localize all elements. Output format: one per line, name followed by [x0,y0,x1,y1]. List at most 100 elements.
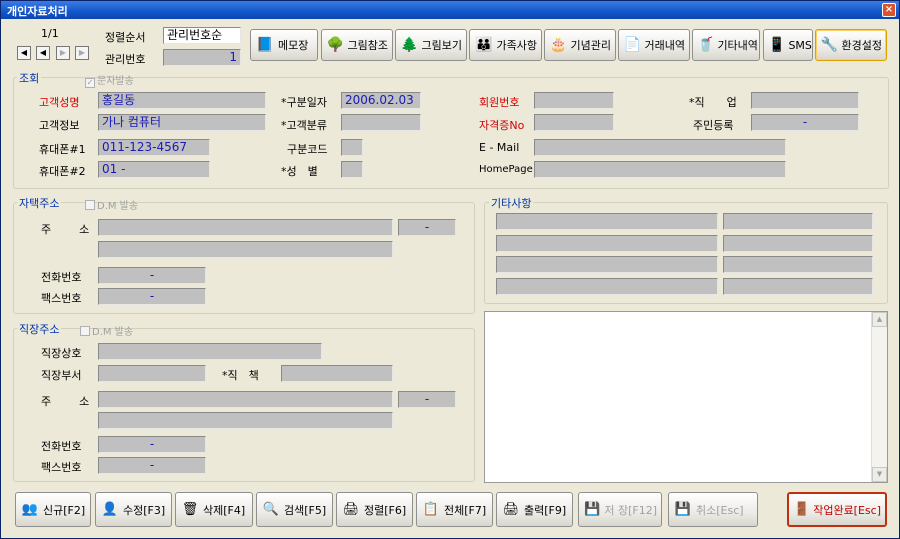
cancel-button[interactable]: 💾 취소[Esc] [668,492,758,527]
family-button[interactable]: 👪 가족사항 [469,29,542,61]
image-ref-button[interactable]: 🌳 그림참조 [321,29,393,61]
edit-button[interactable]: 👤 수정[F3] [95,492,172,527]
anniversary-label: 기념관리 [570,39,611,52]
name-field[interactable]: 홍길동 [98,92,266,109]
main-window: 개인자료처리 × 1/1 ◀ ◀ ▶ ▶ 정렬순서 관리번호순 관리번호 1 📘… [0,0,900,539]
cake-icon: 🎂 [549,37,567,53]
gender-label: *성 별 [281,165,318,178]
id-field[interactable]: 1 [163,49,241,66]
anniversary-button[interactable]: 🎂 기념관리 [544,29,616,61]
etc-field-3b[interactable] [723,256,873,273]
home-address-label: 주 소 [41,223,92,236]
home-title: 자택주소 [17,195,62,211]
company-field[interactable] [98,343,322,360]
etc-field-4a[interactable] [496,278,718,295]
first-record-button[interactable]: ◀ [17,46,31,60]
save-button[interactable]: 💾 저 장[F12] [578,492,662,527]
home-address2-field[interactable] [98,241,393,258]
home-address1-field[interactable] [98,219,393,236]
search-label: 검색[F5] [284,503,327,517]
work-dm-checkbox[interactable]: D.M 발송 [80,323,133,338]
work-title: 직장주소 [17,321,62,337]
work-zip-field[interactable]: - [398,391,456,408]
last-record-button[interactable]: ▶ [75,46,89,60]
code-field[interactable] [341,139,363,156]
class-field[interactable] [341,114,421,131]
home-fax-label: 팩스번호 [41,292,82,305]
delete-user-icon: 🗑 [181,501,199,517]
date-label: *구분일자 [281,96,327,109]
etc-field-2a[interactable] [496,235,718,252]
lookup-title: 조회 [17,70,42,86]
close-icon[interactable]: × [882,3,896,17]
delete-button[interactable]: 🗑 삭제[F4] [175,492,253,527]
new-label: 신규[F2] [43,503,86,517]
sms-icon: 📱 [768,37,786,53]
all-button[interactable]: 📋 전체[F7] [416,492,493,527]
work-address2-field[interactable] [98,412,393,429]
resident-field[interactable]: - [751,114,859,131]
date-field[interactable]: 2006.02.03 [341,92,421,109]
info-field[interactable]: 가나 컴퓨터 [98,114,266,131]
next-record-button[interactable]: ▶ [56,46,70,60]
memo-button[interactable]: 📘 메모장 [250,29,318,61]
finish-button[interactable]: 🚪 작업완료[Esc] [787,492,887,527]
home-fax-field[interactable]: - [98,288,206,305]
scroll-down-icon[interactable]: ▼ [872,467,887,482]
sms-check-label: 문자발송 [97,76,134,87]
position-field[interactable] [281,365,393,382]
sort-select[interactable]: 관리번호순 [163,27,241,44]
checkbox-icon [80,326,90,336]
job-field[interactable] [751,92,859,109]
work-fax-field[interactable]: - [98,457,206,474]
home-dm-label: D.M 발송 [97,201,139,212]
sms-label: SMS [788,38,812,52]
gender-field[interactable] [341,161,363,178]
work-tel-field[interactable]: - [98,436,206,453]
scroll-up-icon[interactable]: ▲ [872,312,887,327]
home-dm-checkbox[interactable]: D.M 발송 [85,197,138,212]
print-button[interactable]: 🖨 출력[F9] [496,492,573,527]
phone1-field[interactable]: 011-123-4567 [98,139,210,156]
transaction-button[interactable]: 📄 거래내역 [618,29,690,61]
check-icon: ✓ [85,78,95,88]
cert-field[interactable] [534,114,614,131]
etc-field-2b[interactable] [723,235,873,252]
memo-textarea[interactable]: ▲ ▼ [484,311,888,483]
sort-button-label: 정렬[F6] [364,503,407,517]
prev-record-button[interactable]: ◀ [36,46,50,60]
email-label: E - Mail [479,141,520,154]
dept-field[interactable] [98,365,206,382]
etc-field-1a[interactable] [496,213,718,230]
sort-icon: 🖨 [342,501,360,517]
new-button[interactable]: 👥 신규[F2] [15,492,91,527]
sms-button[interactable]: 📱 SMS [763,29,813,61]
homepage-label: HomePage [479,164,533,175]
image-view-button[interactable]: 🌲 그림보기 [395,29,467,61]
record-counter: 1/1 [41,27,59,40]
member-field[interactable] [534,92,614,109]
sms-checkbox[interactable]: ✓ 문자발송 [85,72,134,88]
sort-button[interactable]: 🖨 정렬[F6] [336,492,413,527]
work-tel-label: 전화번호 [41,440,82,453]
name-label: 고객성명 [39,96,80,109]
memo-scrollbar[interactable]: ▲ ▼ [871,312,887,482]
phone2-field[interactable]: 01 - [98,161,210,178]
home-zip-field[interactable]: - [398,219,456,236]
homepage-field[interactable] [534,161,786,178]
home-tel-field[interactable]: - [98,267,206,284]
etc-field-3a[interactable] [496,256,718,273]
email-field[interactable] [534,139,786,156]
etc-field-1b[interactable] [723,213,873,230]
settings-button[interactable]: 🔧 환경설정 [815,29,887,61]
work-address1-field[interactable] [98,391,393,408]
dept-label: 직장부서 [41,369,82,382]
checkbox-icon [85,200,95,210]
other-history-button[interactable]: 🥤 기타내역 [692,29,760,61]
cup-icon: 🥤 [697,37,715,53]
phone1-label: 휴대폰#1 [39,143,86,156]
family-label: 가족사항 [496,39,537,52]
search-button[interactable]: 🔍 검색[F5] [256,492,333,527]
etc-field-4b[interactable] [723,278,873,295]
phone2-label: 휴대폰#2 [39,165,86,178]
